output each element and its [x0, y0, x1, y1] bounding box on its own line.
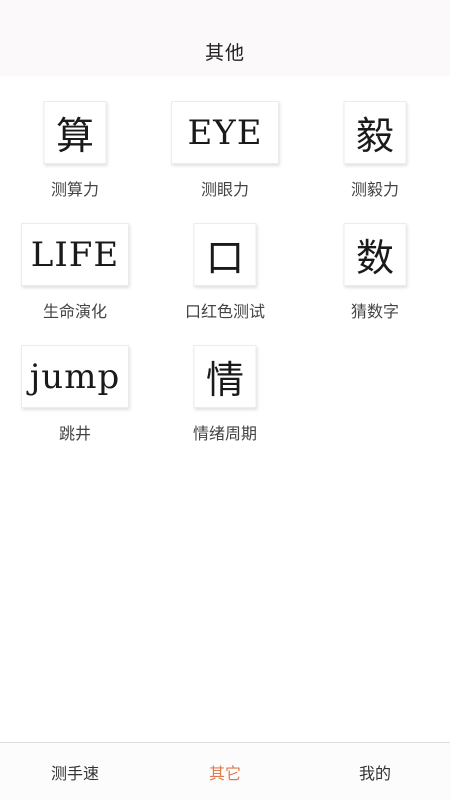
tile-label: 测眼力	[200, 180, 249, 199]
tile-label: 生命演化	[42, 302, 107, 321]
tile-perseverance-test[interactable]: 毅 测毅力	[300, 76, 450, 199]
status-bar	[0, 0, 450, 26]
tab-hand-speed[interactable]: 测手速	[0, 743, 150, 800]
calc-icon: 算	[43, 101, 107, 164]
tile-mood-cycle[interactable]: 情 情绪周期	[150, 320, 300, 443]
tile-label: 测算力	[50, 180, 99, 199]
eye-icon: EYE	[171, 101, 279, 164]
tile-lipstick-test[interactable]: 口 口红色测试	[150, 198, 300, 321]
tile-life-evolution[interactable]: LIFE 生命演化	[0, 198, 150, 321]
tab-other[interactable]: 其它	[150, 743, 300, 800]
jump-icon: jump	[21, 345, 129, 408]
header-bar: 其他	[0, 26, 450, 76]
tile-calc-power[interactable]: 算 测算力	[0, 76, 150, 199]
tile-eye-test[interactable]: EYE 测眼力	[150, 76, 300, 199]
tile-label: 猜数字	[350, 302, 399, 321]
bottom-tab-bar: 测手速 其它 我的	[0, 742, 450, 800]
tile-label: 测毅力	[350, 180, 399, 199]
page-title: 其他	[204, 41, 245, 64]
tile-label: 情绪周期	[192, 424, 257, 443]
tile-label: 口红色测试	[184, 302, 265, 321]
life-icon: LIFE	[21, 223, 129, 286]
mood-icon: 情	[193, 345, 257, 408]
tile-label: 跳井	[58, 424, 91, 443]
number-icon: 数	[343, 223, 407, 286]
tab-mine[interactable]: 我的	[300, 743, 450, 800]
perseverance-icon: 毅	[343, 101, 407, 164]
tile-guess-number[interactable]: 数 猜数字	[300, 198, 450, 321]
app-screen: 其他 算 测算力 EYE 测眼力 毅 测毅力 LIFE 生命演化 口 口红色测试…	[0, 0, 450, 800]
lipstick-icon: 口	[193, 223, 257, 286]
tile-jump-well[interactable]: jump 跳井	[0, 320, 150, 443]
